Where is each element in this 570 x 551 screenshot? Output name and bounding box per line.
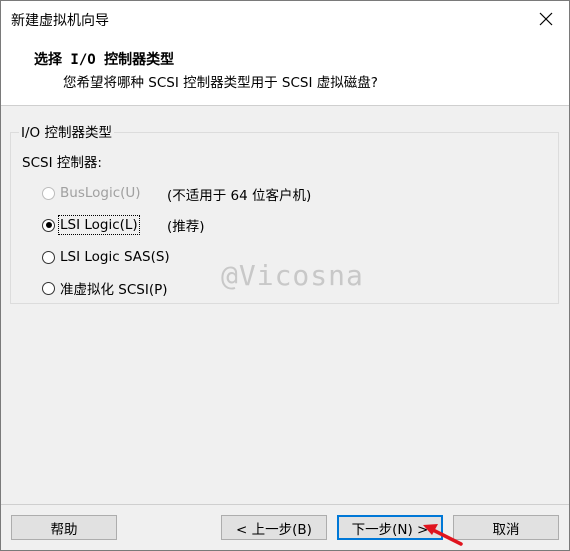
radio-label[interactable]: LSI Logic SAS(S)	[60, 249, 170, 265]
radio-button[interactable]	[42, 218, 55, 232]
next-button[interactable]: 下一步(N) >	[337, 515, 443, 540]
radio-button[interactable]	[42, 281, 55, 295]
page-subtitle: 您希望将哪种 SCSI 控制器类型用于 SCSI 虚拟磁盘?	[63, 75, 378, 91]
help-button[interactable]: 帮助	[11, 515, 117, 540]
radio-button[interactable]	[42, 250, 55, 264]
bottom-divider	[1, 504, 569, 505]
radio-label: BusLogic(U)	[60, 185, 141, 201]
close-button[interactable]	[523, 1, 569, 37]
option-note: (推荐)	[167, 219, 205, 235]
option-note: (不适用于 64 位客户机)	[167, 188, 312, 204]
new-vm-wizard-window: 新建虚拟机向导 选择 I/O 控制器类型 您希望将哪种 SCSI 控制器类型用于…	[0, 0, 570, 551]
title-bar: 新建虚拟机向导	[1, 1, 569, 37]
radio-label[interactable]: LSI Logic(L)	[58, 215, 140, 235]
close-icon	[539, 12, 553, 26]
wizard-header: 选择 I/O 控制器类型 您希望将哪种 SCSI 控制器类型用于 SCSI 虚拟…	[1, 37, 569, 106]
scsi-controller-label: SCSI 控制器:	[22, 155, 102, 171]
groupbox-legend: I/O 控制器类型	[19, 121, 114, 141]
radio-button	[42, 186, 55, 200]
page-title: 选择 I/O 控制器类型	[34, 52, 175, 68]
watermark-text: @Vicosna	[221, 259, 364, 292]
radio-option-lsi-logic[interactable]: LSI Logic(L)	[42, 215, 140, 235]
radio-label[interactable]: 准虚拟化 SCSI(P)	[60, 278, 168, 298]
cancel-button[interactable]: 取消	[453, 515, 559, 540]
radio-option-pvscsi[interactable]: 准虚拟化 SCSI(P)	[42, 278, 168, 298]
radio-option-buslogic: BusLogic(U)	[42, 183, 141, 203]
radio-option-lsi-logic-sas[interactable]: LSI Logic SAS(S)	[42, 247, 170, 267]
window-title: 新建虚拟机向导	[11, 13, 109, 29]
back-button[interactable]: < 上一步(B)	[221, 515, 327, 540]
